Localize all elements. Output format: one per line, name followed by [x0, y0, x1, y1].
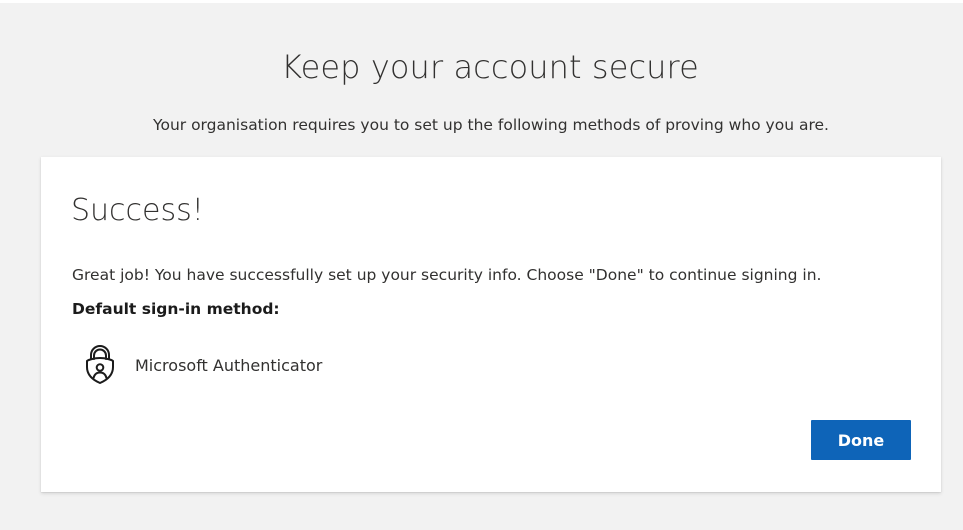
authenticator-lock-icon	[81, 343, 119, 387]
page: Keep your account secure Your organisati…	[0, 0, 963, 530]
default-method-row: Microsoft Authenticator	[81, 343, 322, 387]
page-title: Keep your account secure	[281, 48, 699, 86]
done-button[interactable]: Done	[811, 420, 911, 460]
method-name: Microsoft Authenticator	[135, 355, 323, 375]
success-heading: Success!	[71, 193, 204, 228]
top-edge	[0, 0, 963, 3]
default-method-label: Default sign-in method:	[72, 300, 280, 318]
success-message: Great job! You have successfully set up …	[72, 266, 822, 284]
page-subtitle: Your organisation requires you to set up…	[153, 116, 829, 134]
success-card: Success! Great job! You have successfull…	[41, 157, 941, 492]
